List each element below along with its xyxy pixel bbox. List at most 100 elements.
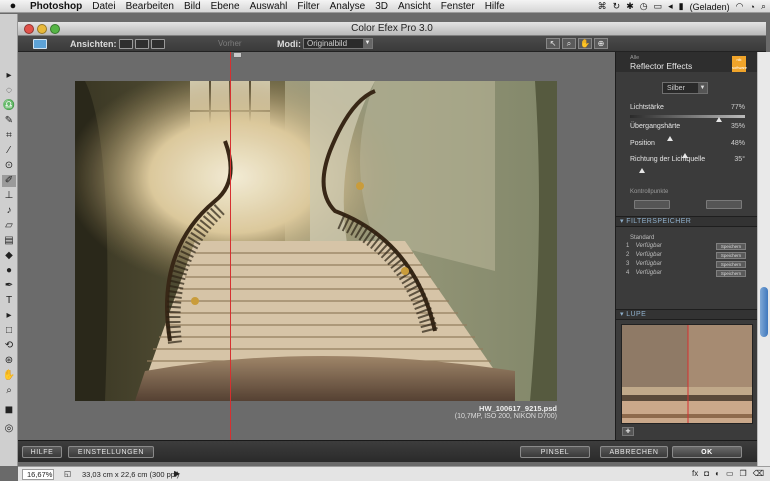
quick-select-tool-icon[interactable]: ✎ xyxy=(2,115,16,127)
type-tool-icon[interactable]: T xyxy=(2,295,16,307)
slider-thumb[interactable] xyxy=(716,117,722,122)
vertical-scrollbar[interactable] xyxy=(757,52,770,466)
row-name[interactable]: Verfügbar xyxy=(636,270,662,276)
battery-icon[interactable]: ▮ xyxy=(679,1,684,12)
row-name[interactable]: Verfügbar xyxy=(636,261,662,267)
script-icon[interactable]: ⌘ xyxy=(598,1,607,12)
bluetooth-icon[interactable]: ✱ xyxy=(626,1,634,12)
preview-image[interactable] xyxy=(75,81,557,401)
dodge-tool-icon[interactable]: ● xyxy=(2,265,16,277)
split-view-handle[interactable] xyxy=(233,52,242,58)
color-swatches-icon[interactable]: ■ xyxy=(2,402,16,416)
mask-icon[interactable]: ◘ xyxy=(704,469,709,478)
menu-analyse[interactable]: Analyse xyxy=(330,0,366,13)
lasso-tool-icon[interactable]: ♎ xyxy=(2,100,16,112)
path-select-tool-icon[interactable]: ▸ xyxy=(2,310,16,322)
filterspeicher-header[interactable]: ▾ FILTERSPEICHER xyxy=(616,216,758,227)
photoshop-toolbox: ▸ ◌ ♎ ✎ ⌗ ⁄ ⊙ ✐ ⊥ ♪ ▱ ▤ ◆ ● ✒ T ▸ □ ⟲ ⊛ … xyxy=(0,14,18,466)
remove-control-point-button[interactable] xyxy=(706,200,742,209)
healing-tool-icon[interactable]: ⊙ xyxy=(2,160,16,172)
menu-auswahl[interactable]: Auswahl xyxy=(250,0,288,13)
shape-tool-icon[interactable]: □ xyxy=(2,325,16,337)
brush-button[interactable]: PINSEL xyxy=(520,446,590,458)
filterspeicher-standard[interactable]: Standard xyxy=(630,235,654,241)
time-machine-icon[interactable]: ◷ xyxy=(640,1,648,12)
zoom-tool-icon[interactable]: ⌕ xyxy=(2,385,16,397)
clock-icon[interactable]: ◔ xyxy=(750,2,755,12)
save-button[interactable]: Speichern xyxy=(716,252,746,259)
close-window-button[interactable] xyxy=(24,24,34,34)
mirror-view-icon[interactable] xyxy=(151,39,165,49)
marquee-tool-icon[interactable]: ◌ xyxy=(2,85,16,97)
menu-bild[interactable]: Bild xyxy=(184,0,201,13)
vorher-toggle[interactable]: Vorher xyxy=(218,39,242,48)
menu-hilfe[interactable]: Hilfe xyxy=(485,0,505,13)
adjustment-icon[interactable]: ◐ xyxy=(715,469,720,478)
pin-loupe-button[interactable]: ✚ xyxy=(622,427,634,436)
minimize-window-button[interactable] xyxy=(37,24,47,34)
zoom-icon[interactable]: ⌕ xyxy=(562,38,576,49)
trash-icon[interactable]: ⌫ xyxy=(753,469,764,478)
ok-button[interactable]: OK xyxy=(672,446,742,458)
side-by-side-view-icon[interactable] xyxy=(135,39,149,49)
menu-ansicht[interactable]: Ansicht xyxy=(398,0,431,13)
save-button[interactable]: Speichern xyxy=(716,243,746,250)
folder-icon[interactable]: ▭ xyxy=(726,469,734,478)
quick-mask-icon[interactable]: ◎ xyxy=(2,423,16,435)
save-button[interactable]: Speichern xyxy=(716,270,746,277)
preset-select[interactable]: Silber ▼ xyxy=(662,82,708,94)
spotlight-icon[interactable]: ⌕ xyxy=(761,1,766,12)
blur-tool-icon[interactable]: ◆ xyxy=(2,250,16,262)
3d-camera-tool-icon[interactable]: ⊛ xyxy=(2,355,16,367)
modi-select[interactable]: Originalbild ▼ xyxy=(303,38,373,49)
apple-menu-icon[interactable]: ● xyxy=(6,0,20,12)
stamp-tool-icon[interactable]: ⊥ xyxy=(2,190,16,202)
save-button[interactable]: Speichern xyxy=(716,261,746,268)
scrollbar-thumb[interactable] xyxy=(760,287,768,337)
history-brush-tool-icon[interactable]: ♪ xyxy=(2,205,16,217)
add-control-point-button[interactable] xyxy=(634,200,670,209)
row-name[interactable]: Verfügbar xyxy=(636,243,662,249)
menu-ebene[interactable]: Ebene xyxy=(211,0,240,13)
preview-canvas[interactable]: HW_100617_9215.psd (10,7MP, ISO 200, NIK… xyxy=(18,52,615,440)
zoom-level-field[interactable]: 16,67% xyxy=(22,469,54,480)
volume-icon[interactable]: ◂ xyxy=(668,1,673,12)
menu-filter[interactable]: Filter xyxy=(297,0,319,13)
slider-lichtstaerke[interactable] xyxy=(630,115,745,122)
expand-icon[interactable]: ↖ xyxy=(546,38,560,49)
slider-thumb[interactable] xyxy=(639,168,645,173)
zoom-window-button[interactable] xyxy=(50,24,60,34)
lupe-header[interactable]: ▾ LUPE xyxy=(616,309,758,320)
hand-icon[interactable]: ✋ xyxy=(578,38,592,49)
fx-icon[interactable]: fx xyxy=(692,469,698,478)
menu-datei[interactable]: Datei xyxy=(92,0,115,13)
param-value: 77% xyxy=(730,104,745,111)
menu-bearbeiten[interactable]: Bearbeiten xyxy=(126,0,174,13)
wifi-icon[interactable]: ◠ xyxy=(736,1,744,12)
split-view-icon[interactable] xyxy=(119,39,133,49)
gradient-tool-icon[interactable]: ▤ xyxy=(2,235,16,247)
pen-tool-icon[interactable]: ✒ xyxy=(2,280,16,292)
split-view-divider[interactable] xyxy=(230,52,231,440)
cancel-button[interactable]: ABBRECHEN xyxy=(600,446,668,458)
eyedropper-tool-icon[interactable]: ⁄ xyxy=(2,145,16,157)
help-button[interactable]: HILFE xyxy=(22,446,62,458)
sync-icon[interactable]: ↻ xyxy=(613,1,621,12)
eraser-tool-icon[interactable]: ▱ xyxy=(2,220,16,232)
3d-rotate-tool-icon[interactable]: ⟲ xyxy=(2,340,16,352)
status-menu-arrow-icon[interactable]: ▶ xyxy=(174,469,180,478)
row-name[interactable]: Verfügbar xyxy=(636,252,662,258)
menu-3d[interactable]: 3D xyxy=(375,0,388,13)
brush-tool-icon[interactable]: ✐ xyxy=(2,175,16,187)
single-view-icon[interactable] xyxy=(33,39,47,49)
hand-tool-icon[interactable]: ✋ xyxy=(2,370,16,382)
menu-app-photoshop[interactable]: Photoshop xyxy=(30,1,82,12)
move-tool-icon[interactable]: ▸ xyxy=(2,70,16,82)
crop-tool-icon[interactable]: ⌗ xyxy=(2,130,16,142)
display-icon[interactable]: ▭ xyxy=(654,1,663,12)
menu-fenster[interactable]: Fenster xyxy=(441,0,475,13)
control-point-icon[interactable]: ⊕ xyxy=(594,38,608,49)
loupe-preview[interactable] xyxy=(621,324,753,424)
new-layer-icon[interactable]: ❐ xyxy=(740,469,747,478)
settings-button[interactable]: EINSTELLUNGEN xyxy=(68,446,154,458)
